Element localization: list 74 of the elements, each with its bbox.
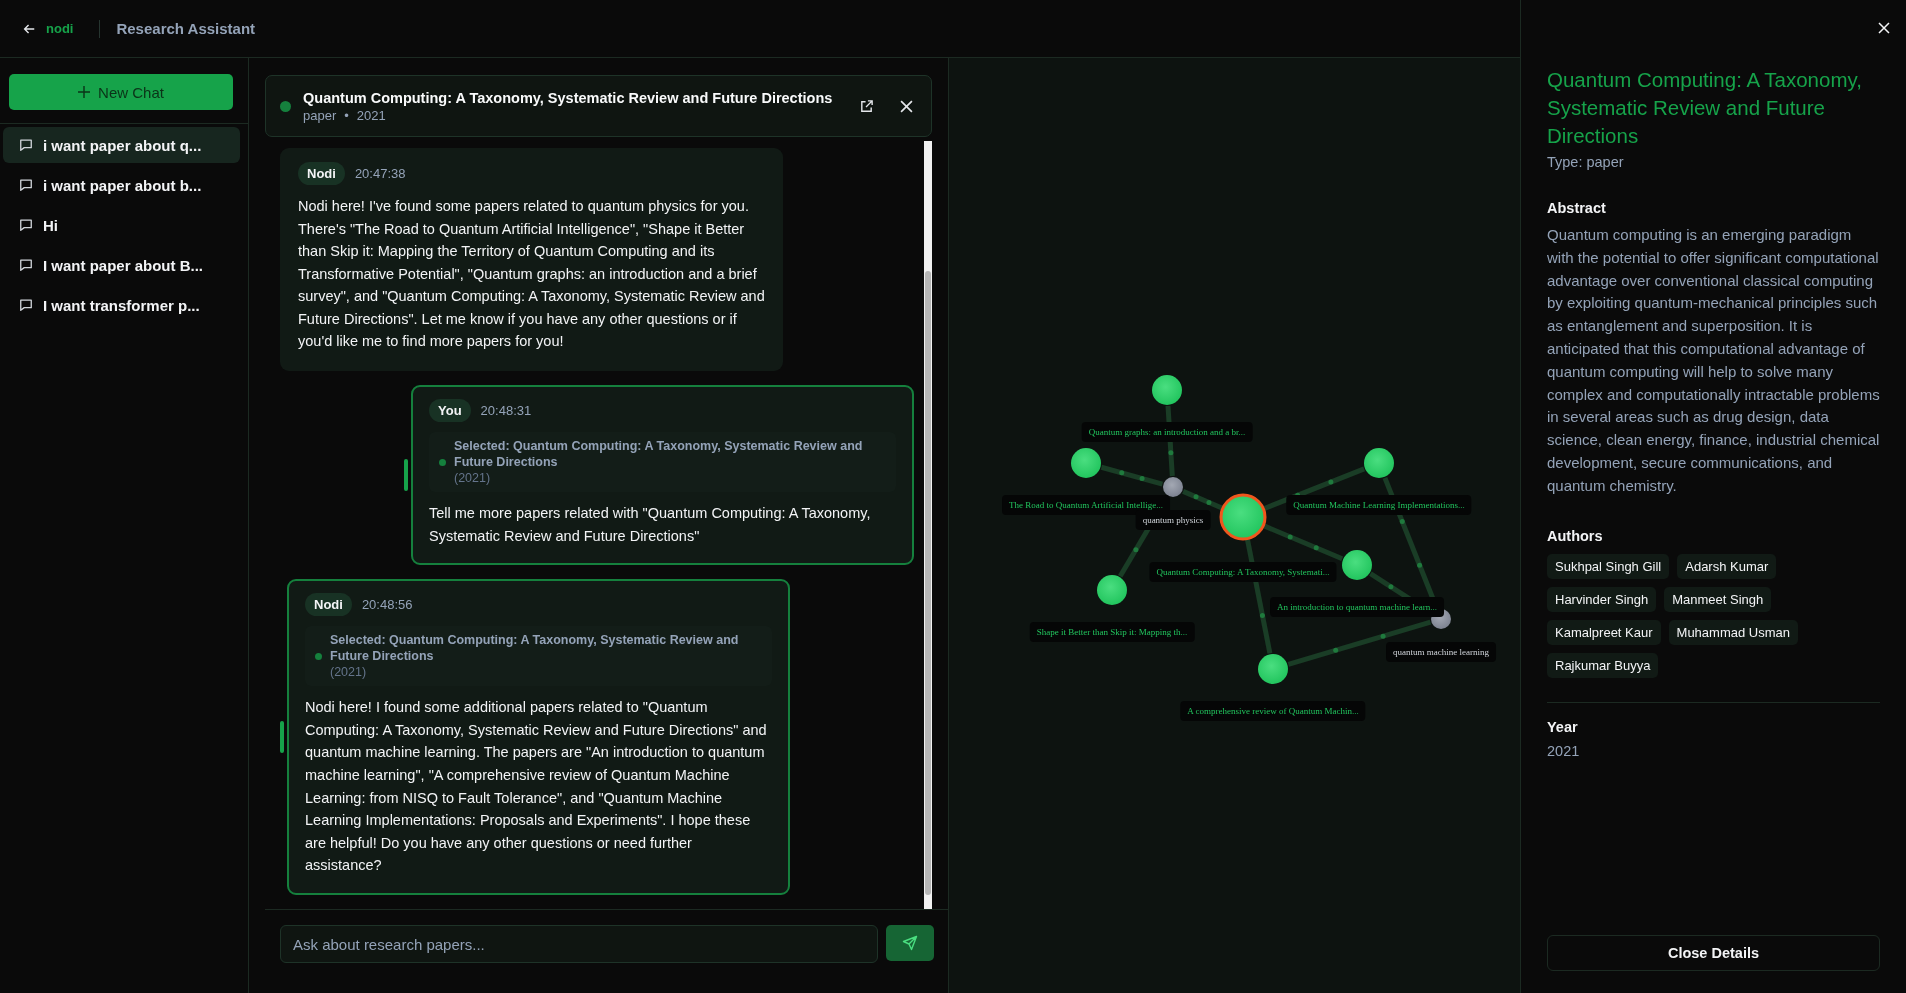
message-input[interactable]: Ask about research papers... bbox=[280, 925, 878, 963]
chat-history-item[interactable]: i want paper about q... bbox=[3, 127, 240, 163]
status-dot-icon bbox=[439, 458, 446, 466]
chat-bubble-icon bbox=[19, 298, 33, 312]
external-link-icon bbox=[859, 98, 874, 114]
message-time: 20:48:56 bbox=[361, 597, 413, 613]
context-title: Selected: Quantum Computing: A Taxonomy, Systematic Review and Future Directions bbox=[330, 632, 740, 665]
paper-node[interactable] bbox=[1097, 575, 1127, 605]
paper-type: paper bbox=[303, 107, 337, 123]
chat-history-item[interactable]: I want paper about B... bbox=[3, 247, 240, 283]
paper-node[interactable] bbox=[1258, 654, 1288, 684]
send-icon bbox=[902, 935, 918, 951]
node-label: Quantum Computing: A Taxonomy, Systemati... bbox=[1149, 562, 1337, 582]
sender-tag: You bbox=[429, 399, 471, 423]
topic-node[interactable] bbox=[1163, 477, 1183, 497]
year-text: 2021 bbox=[1547, 742, 1581, 759]
author-tag: Harvinder Singh bbox=[1547, 586, 1657, 612]
section-heading: Abstract bbox=[1547, 200, 1607, 216]
node-label: Quantum Machine Learning Implementations... bbox=[1286, 495, 1472, 515]
node-label: The Road to Quantum Artificial Intellige... bbox=[1002, 495, 1170, 515]
chat-bubble-icon bbox=[19, 138, 33, 152]
message-time: 20:47:38 bbox=[354, 165, 406, 181]
new-chat-button[interactable]: New Chat bbox=[9, 74, 233, 110]
page-title: Research Assistant bbox=[116, 20, 256, 37]
chat-history-item[interactable]: i want paper about b... bbox=[3, 167, 240, 203]
author-tag: Adarsh Kumar bbox=[1677, 553, 1777, 579]
plus-icon bbox=[78, 86, 91, 98]
context-year: (2021) bbox=[330, 664, 368, 681]
node-label: An introduction to quantum machine learn... bbox=[1270, 597, 1444, 617]
paper-title: Quantum Computing: A Taxonomy, Systematic Review and Future Directions bbox=[303, 89, 834, 106]
author-tag: Kamalpreet Kaur bbox=[1547, 619, 1661, 645]
paper-node[interactable] bbox=[1364, 448, 1394, 478]
paper-node[interactable] bbox=[1342, 550, 1372, 580]
chat-bubble-icon bbox=[19, 218, 33, 232]
close-details-button[interactable]: Close Details bbox=[1547, 935, 1880, 971]
paper-node[interactable] bbox=[1152, 375, 1182, 405]
close-icon bbox=[900, 99, 913, 113]
paper-node[interactable] bbox=[1071, 448, 1101, 478]
node-label: Shape it Better than Skip it: Mapping th... bbox=[1029, 622, 1195, 642]
status-dot-icon bbox=[315, 652, 322, 660]
details-title: Quantum Computing: A Taxonomy, Systematic Review and Future Directions bbox=[1547, 67, 1863, 149]
abstract-text: Quantum computing is an emerging paradigm with the potential to offer significant computational advantage over conventional classical computing by exploiting quantum-mechanical principles such as entanglement and superposition. It is anticipated that this computational advantage of quantum computing will help to solve many complex and computationally intractable problems in several areas such as drug design, data science, clean energy, finance, industrial chemical development, secure communications, and quantum chemistry. bbox=[1547, 225, 1880, 496]
message-text: Nodi here! I've found some papers related to quantum physics for you. There's "The Road to Quantum Artificial Intelligence", "Shape it Better than Skip it: Mapping the Territory of Quantum Computing and its Transformative Potential", "Quantum graphs: an introduction and a brief survey", and "Quantum Computing: A Taxonomy, Systematic Review and Future Directions". Let me know if you have any other questions or if you'd like me to find more papers for you! bbox=[298, 196, 765, 352]
graph-edge bbox=[1182, 489, 1223, 511]
status-dot-icon bbox=[280, 100, 291, 112]
message-text: Nodi here! I found some additional papers related to "Quantum Computing: A Taxonomy, Systematic Review and Future Directions" and quantum machine learning. The papers are "An introduction to quantum machine learning", "A comprehensive review of Quantum Machine Learning: from NISQ to Fault Tolerance", and "Quantum Machine Learning Implementations: Proposals and Experiments". I hope these are helpful! Do you have any other questions or need further assistance? bbox=[305, 698, 768, 876]
section-heading: Authors bbox=[1547, 527, 1604, 544]
separator-dot: • bbox=[344, 107, 349, 123]
author-tag: Sukhpal Singh Gill bbox=[1547, 553, 1670, 579]
scrollbar[interactable] bbox=[924, 141, 932, 909]
message-text: Tell me more papers related with "Quantum Computing: A Taxonomy, Systematic Review and Future Directions" bbox=[429, 504, 872, 546]
context-year: (2021) bbox=[454, 470, 492, 487]
node-label: quantum machine learning bbox=[1386, 642, 1496, 662]
sender-tag: Nodi bbox=[298, 161, 345, 185]
chat-bubble-icon bbox=[19, 258, 33, 272]
author-tag: Muhammad Usman bbox=[1668, 619, 1798, 645]
chat-history-item[interactable]: Hi bbox=[3, 207, 240, 243]
paper-year: 2021 bbox=[356, 107, 386, 123]
author-tag: Rajkumar Buyya bbox=[1547, 652, 1659, 678]
send-button[interactable] bbox=[886, 925, 934, 961]
context-title: Selected: Quantum Computing: A Taxonomy, Systematic Review and Future Directions bbox=[454, 438, 864, 471]
node-label: quantum physics bbox=[1135, 510, 1211, 530]
paper-node[interactable] bbox=[1219, 493, 1267, 541]
chat-history-item[interactable]: I want transformer p... bbox=[3, 287, 240, 323]
sender-tag: Nodi bbox=[305, 593, 352, 617]
node-label: A comprehensive review of Quantum Machin... bbox=[1180, 701, 1366, 721]
paper-type: Type: paper bbox=[1547, 154, 1625, 170]
section-heading: Year bbox=[1547, 718, 1579, 735]
message-time: 20:48:31 bbox=[480, 403, 532, 419]
author-tag: Manmeet Singh bbox=[1664, 586, 1772, 612]
back-link[interactable]: nodi bbox=[22, 21, 74, 36]
chat-bubble-icon bbox=[19, 178, 33, 192]
node-label: Quantum graphs: an introduction and a br... bbox=[1081, 422, 1253, 442]
close-icon bbox=[1878, 22, 1890, 34]
